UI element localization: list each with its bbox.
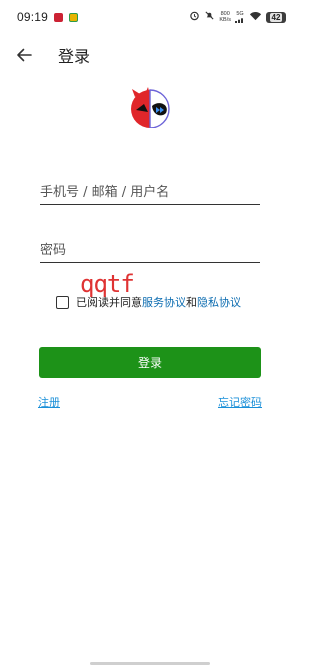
arrow-left-icon [17, 48, 32, 62]
status-left: 09:19 [17, 10, 79, 24]
home-indicator[interactable] [90, 662, 210, 665]
agreement-and: 和 [186, 296, 197, 309]
wifi-icon [249, 11, 262, 24]
alarm-icon [189, 10, 200, 24]
register-link[interactable]: 注册 [38, 394, 60, 410]
network-speed-unit: KB/s [219, 17, 231, 23]
signal-icon [235, 18, 243, 23]
battery-indicator: 42 [266, 11, 286, 23]
login-button[interactable]: 登录 [39, 347, 261, 378]
password-input[interactable] [40, 239, 260, 262]
page-title: 登录 [58, 47, 91, 66]
agreement-checkbox[interactable] [56, 295, 69, 309]
agreement-row: 已阅读并同意 服务协议 和 隐私协议 [56, 294, 241, 310]
network-type: 5G [235, 11, 245, 23]
battery-level: 42 [269, 12, 283, 22]
app-notification-icon [69, 12, 79, 22]
mute-icon [204, 10, 215, 24]
terms-of-service-link[interactable]: 服务协议 [142, 294, 186, 310]
status-bar: 09:19 800 KB/s 5G 42 [0, 0, 300, 34]
username-field[interactable] [40, 181, 260, 205]
nav-bar: 登录 [0, 36, 300, 74]
forgot-password-link[interactable]: 忘记密码 [218, 394, 262, 410]
privacy-policy-link[interactable]: 隐私协议 [197, 294, 241, 310]
app-notification-icon [54, 12, 64, 22]
status-time: 09:19 [17, 10, 49, 24]
network-speed: 800 KB/s [219, 11, 231, 23]
agreement-prefix: 已阅读并同意 [76, 296, 142, 309]
status-right: 800 KB/s 5G 42 [189, 10, 286, 24]
username-input[interactable] [40, 181, 260, 204]
password-field[interactable] [40, 239, 260, 263]
app-logo [131, 87, 170, 128]
back-button[interactable] [11, 42, 37, 68]
